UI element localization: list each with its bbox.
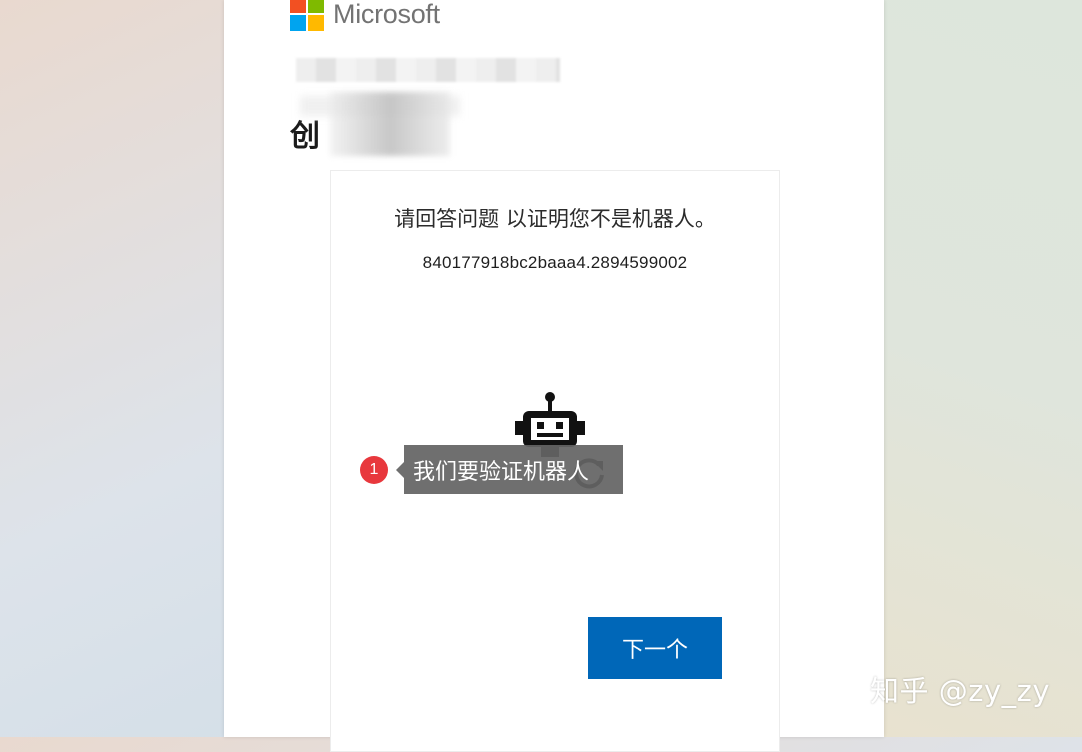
background-right-panel [884,0,1082,737]
tooltip-arrow [396,462,404,478]
watermark: 知乎 @zy_zy [870,674,1050,708]
step-badge: 1 [360,456,388,484]
next-button[interactable]: 下一个 [588,617,722,679]
microsoft-logo-icon [290,0,324,31]
brand-name: Microsoft [333,0,440,29]
page-heading-wrap: 创 [290,110,320,156]
annotation-tooltip-text: 我们要验证机器人 [413,459,590,485]
microsoft-logo: Microsoft [290,0,440,32]
page-heading: 创 [290,119,320,154]
annotation-tooltip: 我们要验证机器人 [404,445,623,494]
captcha-session-id: 840177918bc2baaa4.2894599002 [422,253,688,272]
redacted-heading [330,92,450,156]
captcha-prompt: 请回答问题 以证明您不是机器人。 [394,207,716,231]
redacted-email [296,58,560,82]
